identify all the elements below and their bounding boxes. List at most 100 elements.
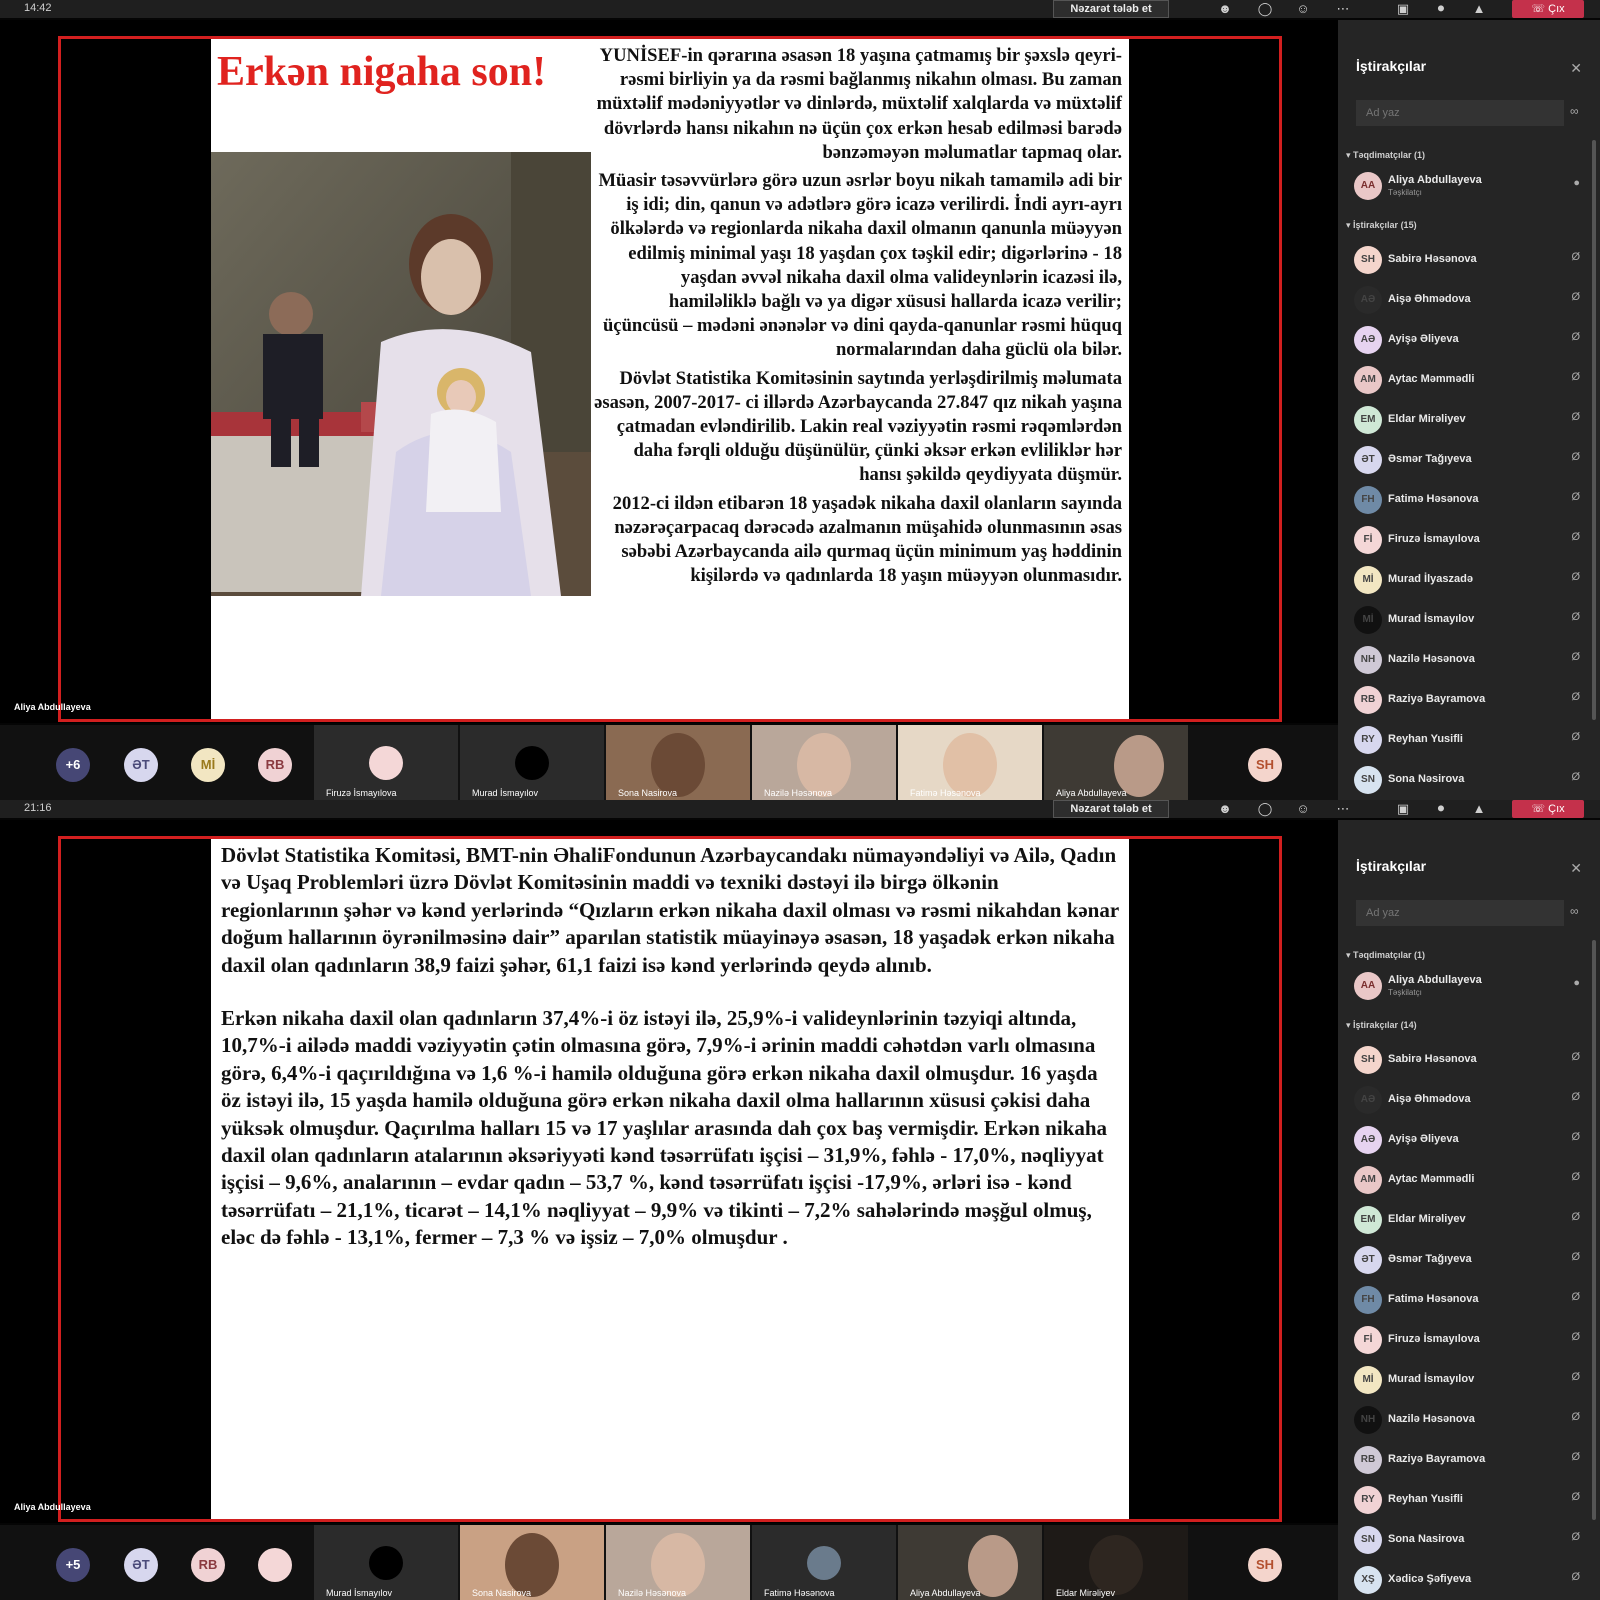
participant-row[interactable]: XŞ Xədicə Şəfiyeva Ø — [1354, 1562, 1584, 1598]
presenters-section-header[interactable]: ▾ Təqdimatçılar (1) — [1346, 150, 1425, 161]
chat-icon[interactable]: ◯ — [1252, 800, 1278, 818]
share-link-icon[interactable]: ∞ — [1570, 104, 1579, 118]
participant-row[interactable]: Mİ Murad İsmayılov Ø — [1354, 602, 1584, 638]
participant-row[interactable]: FH Fatimə Həsənova Ø — [1354, 482, 1584, 518]
participant-row[interactable]: FH Fatimə Həsənova Ø — [1354, 1282, 1584, 1318]
participant-row[interactable]: RY Reyhan Yusifli Ø — [1354, 722, 1584, 758]
panel-scrollbar[interactable] — [1592, 940, 1596, 1520]
participant-row[interactable]: AƏ Aişə Əhmədova Ø — [1354, 282, 1584, 318]
participant-name: Sona Nəsirova — [1388, 773, 1465, 785]
participant-row[interactable]: SH Sabirə Həsənova Ø — [1354, 242, 1584, 278]
participant-chip[interactable]: RB — [258, 748, 292, 782]
video-tile[interactable]: Eldar Mirəliyev — [1044, 1525, 1188, 1600]
more-options-icon[interactable]: ⋯ — [1330, 0, 1356, 18]
participant-chip[interactable]: Mİ — [191, 748, 225, 782]
participant-row[interactable]: AM Aytac Məmmədli Ø — [1354, 362, 1584, 398]
participants-icon[interactable]: ☻ — [1212, 0, 1238, 18]
avatar: ƏT — [1354, 1246, 1382, 1274]
participants-icon[interactable]: ☻ — [1212, 800, 1238, 818]
self-avatar[interactable]: SH — [1248, 1548, 1282, 1582]
leave-button[interactable]: ☏ Çıx — [1512, 800, 1584, 818]
camera-off-icon[interactable]: ▣ — [1390, 800, 1416, 818]
participant-row[interactable]: EM Eldar Mirəliyev Ø — [1354, 1202, 1584, 1238]
participant-row[interactable]: SN Sona Nəsirova Ø — [1354, 762, 1584, 798]
video-strip: +6 ƏT Mİ RB Firuzə İsmayılova Murad İsma… — [0, 725, 1338, 800]
participant-chip[interactable]: ƏT — [124, 748, 158, 782]
participant-name: Murad İsmayılov — [1388, 613, 1475, 625]
participant-row[interactable]: RB Raziyə Bayramova Ø — [1354, 1442, 1584, 1478]
request-control-button[interactable]: Nəzarət tələb et — [1053, 0, 1169, 18]
video-tile[interactable]: Firuzə İsmayılova — [314, 725, 458, 800]
participant-row[interactable]: Fİ Firuzə İsmayılova Ø — [1354, 1322, 1584, 1358]
participant-name: Firuzə İsmayılova — [1388, 533, 1480, 545]
participant-row[interactable]: AƏ Aişə Əhmədova Ø — [1354, 1082, 1584, 1118]
participant-row[interactable]: AƏ Ayişə Əliyeva Ø — [1354, 322, 1584, 358]
participant-row[interactable]: ƏT Əsmər Tağıyeva Ø — [1354, 1242, 1584, 1278]
participant-chip[interactable]: ƏT — [124, 1548, 158, 1582]
meeting-screenshot-2: 21:16 Nəzarət tələb et ☻ ◯ ☺ ⋯ ▣ ⚫ ▲ ☏ Ç… — [0, 800, 1600, 1600]
participant-row-organizer[interactable]: AA Aliya Abdullayeva Təşkilatçı ● — [1354, 168, 1584, 204]
participant-name: Fatimə Həsənova — [1388, 493, 1479, 505]
avatar: SN — [1354, 766, 1382, 794]
participant-search-input[interactable] — [1356, 900, 1564, 926]
video-tile[interactable]: Fatimə Həsənova — [898, 725, 1042, 800]
participant-search-input[interactable] — [1356, 100, 1564, 126]
video-tile[interactable]: Aliya Abdullayeva — [1044, 725, 1188, 800]
video-tile[interactable]: Fatimə Həsənova — [752, 1525, 896, 1600]
close-icon[interactable]: ✕ — [1570, 60, 1582, 77]
video-tile[interactable]: Aliya Abdullayeva — [898, 1525, 1042, 1600]
participant-row[interactable]: Mİ Murad İsmayılov Ø — [1354, 1362, 1584, 1398]
participant-row[interactable]: Mİ Murad İlyaszadə Ø — [1354, 562, 1584, 598]
mic-off-icon: Ø — [1571, 291, 1580, 303]
participant-row[interactable]: AƏ Ayişə Əliyeva Ø — [1354, 1122, 1584, 1158]
video-tile-name: Firuzə İsmayılova — [326, 788, 397, 798]
participant-row[interactable]: ƏT Əsmər Tağıyeva Ø — [1354, 442, 1584, 478]
reactions-icon[interactable]: ☺ — [1290, 0, 1316, 18]
mic-off-icon[interactable]: ⚫ — [1428, 800, 1454, 818]
participant-row[interactable]: RB Raziyə Bayramova Ø — [1354, 682, 1584, 718]
video-tile[interactable]: Nazilə Həsənova — [606, 1525, 750, 1600]
participant-row[interactable]: RY Reyhan Yusifli Ø — [1354, 1482, 1584, 1518]
participant-chip[interactable]: RB — [191, 1548, 225, 1582]
camera-off-icon[interactable]: ▣ — [1390, 0, 1416, 18]
panel-scrollbar[interactable] — [1592, 140, 1596, 720]
video-tile[interactable]: Murad İsmayılov — [460, 725, 604, 800]
request-control-button[interactable]: Nəzarət tələb et — [1053, 800, 1169, 818]
participant-row-organizer[interactable]: AA Aliya Abdullayeva Təşkilatçı ● — [1354, 968, 1584, 1004]
presenters-section-header[interactable]: ▾ Təqdimatçılar (1) — [1346, 950, 1425, 961]
participant-row[interactable]: AM Aytac Məmmədli Ø — [1354, 1162, 1584, 1198]
video-tile[interactable]: Sona Nasirova — [460, 1525, 604, 1600]
leave-button[interactable]: ☏ Çıx — [1512, 0, 1584, 18]
participant-name: Xədicə Şəfiyeva — [1388, 1573, 1472, 1585]
avatar: AƏ — [1354, 1086, 1382, 1114]
share-screen-icon[interactable]: ▲ — [1466, 0, 1492, 18]
participants-section-header[interactable]: ▾ İştirakçılar (14) — [1346, 1020, 1417, 1031]
participant-row[interactable]: SH Sabirə Həsənova Ø — [1354, 1042, 1584, 1078]
overflow-count-chip[interactable]: +5 — [56, 1548, 90, 1582]
share-link-icon[interactable]: ∞ — [1570, 904, 1579, 918]
avatar: RB — [1354, 686, 1382, 714]
mic-off-icon: Ø — [1571, 331, 1580, 343]
reactions-icon[interactable]: ☺ — [1290, 800, 1316, 818]
participant-row[interactable]: SN Sona Nasirova Ø — [1354, 1522, 1584, 1558]
participant-row[interactable]: Fİ Firuzə İsmayılova Ø — [1354, 522, 1584, 558]
participant-row[interactable]: NH Nazilə Həsənova Ø — [1354, 642, 1584, 678]
phone-icon: ☏ — [1531, 803, 1549, 815]
more-options-icon[interactable]: ⋯ — [1330, 800, 1356, 818]
participants-panel: İştirakçılar ✕ ∞ ▾ Təqdimatçılar (1) AA … — [1338, 20, 1600, 800]
participant-row[interactable]: NH Nazilə Həsənova Ø — [1354, 1402, 1584, 1438]
video-tile[interactable]: Murad İsmayılov — [314, 1525, 458, 1600]
meeting-clock: 14:42 — [24, 2, 52, 14]
avatar[interactable] — [258, 1548, 292, 1582]
mic-off-icon: Ø — [1571, 1291, 1580, 1303]
participants-section-header[interactable]: ▾ İştirakçılar (15) — [1346, 220, 1417, 231]
chat-icon[interactable]: ◯ — [1252, 0, 1278, 18]
self-avatar[interactable]: SH — [1248, 748, 1282, 782]
participant-row[interactable]: EM Eldar Mirəliyev Ø — [1354, 402, 1584, 438]
close-icon[interactable]: ✕ — [1570, 860, 1582, 877]
share-screen-icon[interactable]: ▲ — [1466, 800, 1492, 818]
overflow-count-chip[interactable]: +6 — [56, 748, 90, 782]
mic-off-icon[interactable]: ⚫ — [1428, 0, 1454, 18]
video-tile[interactable]: Sona Nasirova — [606, 725, 750, 800]
video-tile[interactable]: Nazilə Həsənova — [752, 725, 896, 800]
